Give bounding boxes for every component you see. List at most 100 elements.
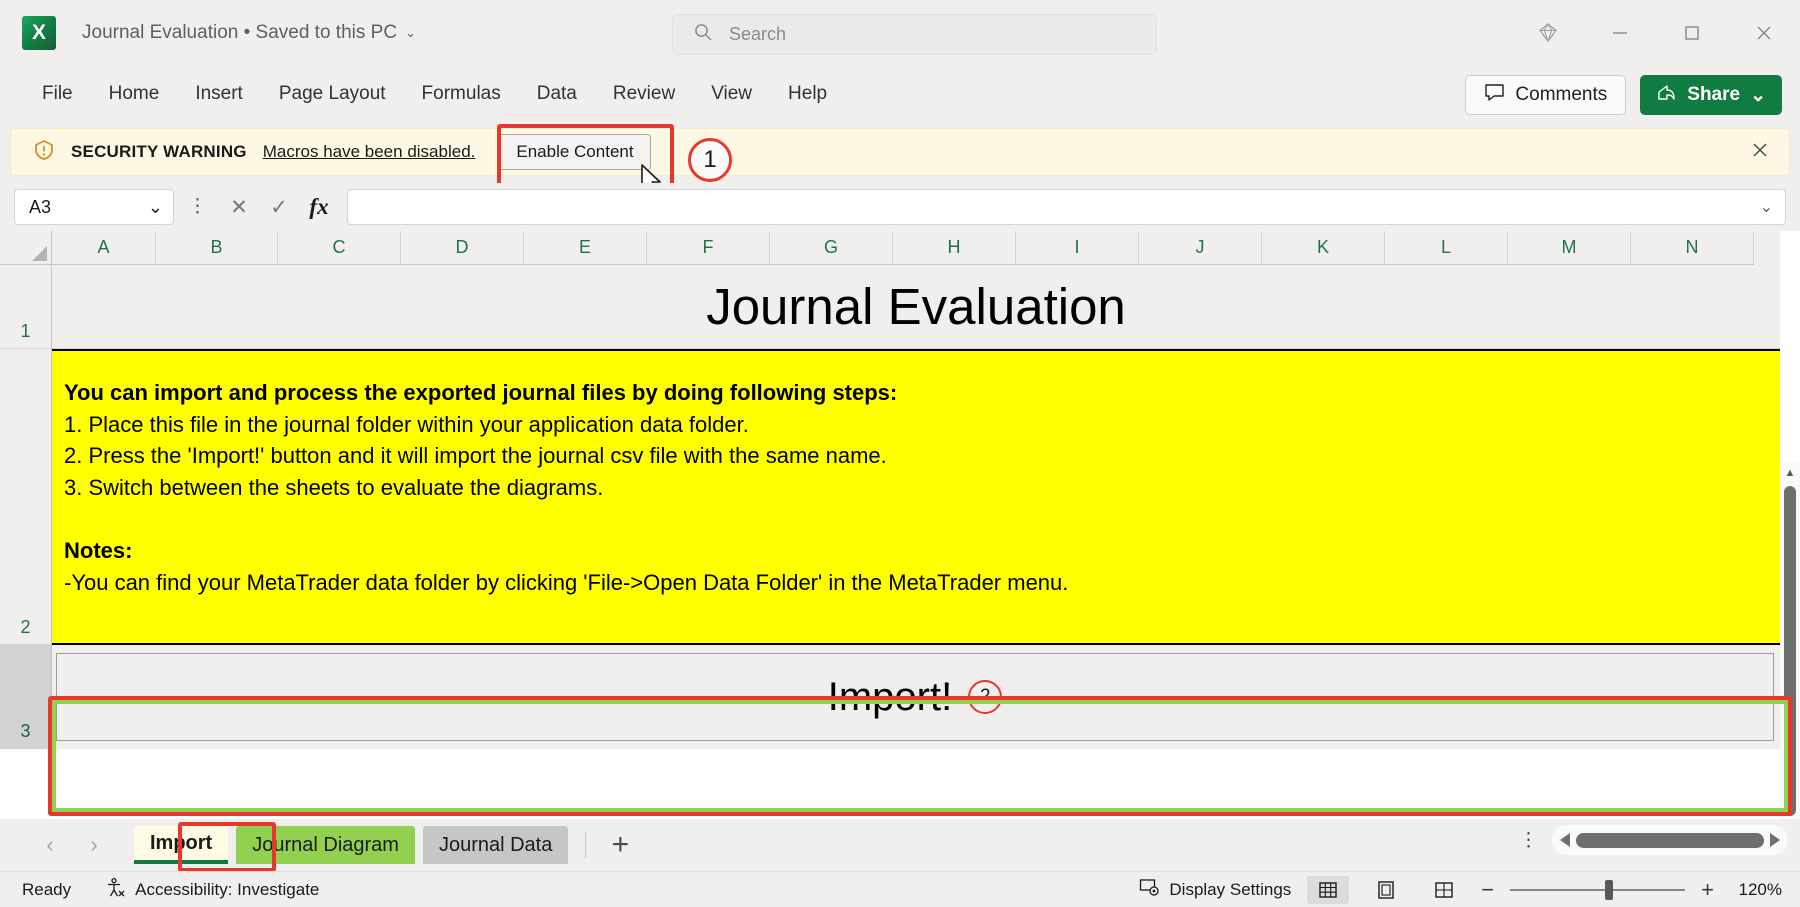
cell-a2[interactable]: You can import and process the exported … xyxy=(52,349,1780,645)
column-header-k[interactable]: K xyxy=(1262,231,1385,265)
column-header-n[interactable]: N xyxy=(1631,231,1754,265)
chevron-down-icon[interactable]: ⌄ xyxy=(405,25,416,41)
comments-label: Comments xyxy=(1515,84,1608,105)
minimize-button[interactable] xyxy=(1584,8,1656,58)
sheet-tab-bar: ‹ › Import Journal Diagram Journal Data … xyxy=(0,819,1800,871)
zoom-slider[interactable] xyxy=(1510,876,1686,904)
excel-window: X Journal Evaluation • Saved to this PC … xyxy=(0,0,1800,907)
column-header-d[interactable]: D xyxy=(401,231,524,265)
page-break-preview-button[interactable] xyxy=(1423,876,1465,904)
column-header-l[interactable]: L xyxy=(1385,231,1508,265)
sheet-tab-import[interactable]: Import xyxy=(134,826,229,864)
ribbon-tab-formulas[interactable]: Formulas xyxy=(404,77,519,111)
search-input[interactable]: Search xyxy=(672,14,1157,55)
diamond-icon[interactable] xyxy=(1512,8,1584,58)
comment-icon xyxy=(1484,83,1505,108)
formula-bar-buttons: ✕ ✓ fx xyxy=(221,190,337,224)
column-header-a[interactable]: A xyxy=(52,231,156,265)
column-header-m[interactable]: M xyxy=(1508,231,1631,265)
ribbon-actions: Comments Share ⌄ xyxy=(1465,75,1782,115)
cancel-entry-icon[interactable]: ✕ xyxy=(221,190,257,224)
row-headers: 1 2 3 xyxy=(0,265,52,749)
add-sheet-button[interactable]: + xyxy=(595,825,645,865)
scroll-left-icon[interactable] xyxy=(1560,833,1570,847)
sheet-tab-journal-diagram[interactable]: Journal Diagram xyxy=(236,826,415,864)
row-header-3[interactable]: 3 xyxy=(0,645,52,749)
display-settings-button[interactable]: Display Settings xyxy=(1139,878,1291,902)
formula-input[interactable]: ⌄ xyxy=(347,189,1786,225)
cell-a1[interactable]: Journal Evaluation xyxy=(52,265,1780,349)
name-box-value: A3 xyxy=(29,196,52,217)
name-box[interactable]: A3 ⌄ xyxy=(14,189,174,225)
display-settings-label: Display Settings xyxy=(1169,879,1292,899)
vertical-scroll-thumb[interactable] xyxy=(1784,486,1796,816)
formula-bar: A3 ⌄ ⋮ ✕ ✓ fx ⌄ xyxy=(0,183,1800,231)
ribbon-tab-insert[interactable]: Insert xyxy=(177,77,261,111)
accessibility-icon xyxy=(105,877,126,903)
document-title[interactable]: Journal Evaluation • Saved to this PC ⌄ xyxy=(82,22,416,44)
grid-cells: Journal Evaluation You can import and pr… xyxy=(52,265,1780,749)
share-chevron-down-icon[interactable]: ⌄ xyxy=(1750,84,1766,107)
display-settings-icon xyxy=(1139,878,1160,902)
select-all-corner[interactable] xyxy=(0,231,52,265)
column-header-j[interactable]: J xyxy=(1139,231,1262,265)
maximize-button[interactable] xyxy=(1656,8,1728,58)
search-icon xyxy=(693,22,713,47)
window-controls xyxy=(1512,0,1800,66)
name-box-chevron-down-icon[interactable]: ⌄ xyxy=(148,197,163,218)
share-icon xyxy=(1656,83,1677,108)
cell-a1-text: Journal Evaluation xyxy=(706,278,1126,335)
confirm-entry-icon[interactable]: ✓ xyxy=(261,190,297,224)
scroll-right-icon[interactable] xyxy=(1770,833,1780,847)
tab-separator xyxy=(585,832,587,858)
horizontal-scroll-thumb[interactable] xyxy=(1576,832,1764,848)
sheet-tab-journal-data[interactable]: Journal Data xyxy=(422,826,569,864)
warning-icon xyxy=(33,139,55,166)
close-warning-icon[interactable] xyxy=(1749,139,1771,166)
status-left: Ready Accessibility: Investigate xyxy=(22,877,319,903)
column-header-e[interactable]: E xyxy=(524,231,647,265)
row-header-2[interactable]: 2 xyxy=(0,349,52,645)
ribbon-tab-view[interactable]: View xyxy=(693,77,770,111)
ribbon-tab-review[interactable]: Review xyxy=(595,77,693,111)
ribbon-tab-home[interactable]: Home xyxy=(91,77,178,111)
notes-body: -You can find your MetaTrader data folde… xyxy=(64,570,1069,596)
zoom-in-button[interactable]: + xyxy=(1701,877,1714,903)
column-header-h[interactable]: H xyxy=(893,231,1016,265)
column-header-b[interactable]: B xyxy=(156,231,278,265)
page-layout-view-button[interactable] xyxy=(1365,876,1407,904)
column-header-f[interactable]: F xyxy=(647,231,770,265)
instructions-step-2: 2. Press the 'Import!' button and it wil… xyxy=(64,443,887,469)
prev-sheet-icon[interactable]: ‹ xyxy=(28,825,72,865)
status-right: Display Settings − + 120% xyxy=(1139,875,1782,904)
import-button[interactable]: Import! 2 xyxy=(56,653,1774,741)
column-header-c[interactable]: C xyxy=(278,231,401,265)
zoom-level[interactable]: 120% xyxy=(1730,880,1782,900)
ribbon-tab-file[interactable]: File xyxy=(24,77,91,111)
tab-options-icon[interactable]: ⋮ xyxy=(1519,831,1538,850)
security-warning-bar: SECURITY WARNING Macros have been disabl… xyxy=(10,128,1790,176)
ribbon-tab-bar: File Home Insert Page Layout Formulas Da… xyxy=(0,66,1800,122)
ribbon-tab-data[interactable]: Data xyxy=(519,77,595,111)
zoom-slider-thumb[interactable] xyxy=(1605,879,1614,900)
normal-view-button[interactable] xyxy=(1307,875,1350,904)
formula-expand-chevron-down-icon[interactable]: ⌄ xyxy=(1760,197,1773,217)
column-header-g[interactable]: G xyxy=(770,231,893,265)
formula-bar-more-icon[interactable]: ⋮ xyxy=(188,197,207,216)
next-sheet-icon[interactable]: › xyxy=(72,825,116,865)
cell-a3[interactable]: Import! 2 xyxy=(52,645,1780,749)
search-placeholder: Search xyxy=(729,24,787,44)
ribbon-tab-help[interactable]: Help xyxy=(770,77,845,111)
column-header-i[interactable]: I xyxy=(1016,231,1139,265)
comments-button[interactable]: Comments xyxy=(1465,75,1627,115)
close-button[interactable] xyxy=(1728,8,1800,58)
zoom-out-button[interactable]: − xyxy=(1481,877,1494,903)
accessibility-status[interactable]: Accessibility: Investigate xyxy=(105,877,319,903)
enable-content-button[interactable]: Enable Content xyxy=(499,134,651,170)
insert-function-icon[interactable]: fx xyxy=(301,190,337,224)
scroll-up-icon[interactable]: ▲ xyxy=(1780,462,1800,484)
ribbon-tab-page-layout[interactable]: Page Layout xyxy=(261,77,404,111)
share-button[interactable]: Share ⌄ xyxy=(1640,75,1782,115)
row-header-1[interactable]: 1 xyxy=(0,265,52,349)
horizontal-scrollbar[interactable] xyxy=(1552,825,1788,855)
